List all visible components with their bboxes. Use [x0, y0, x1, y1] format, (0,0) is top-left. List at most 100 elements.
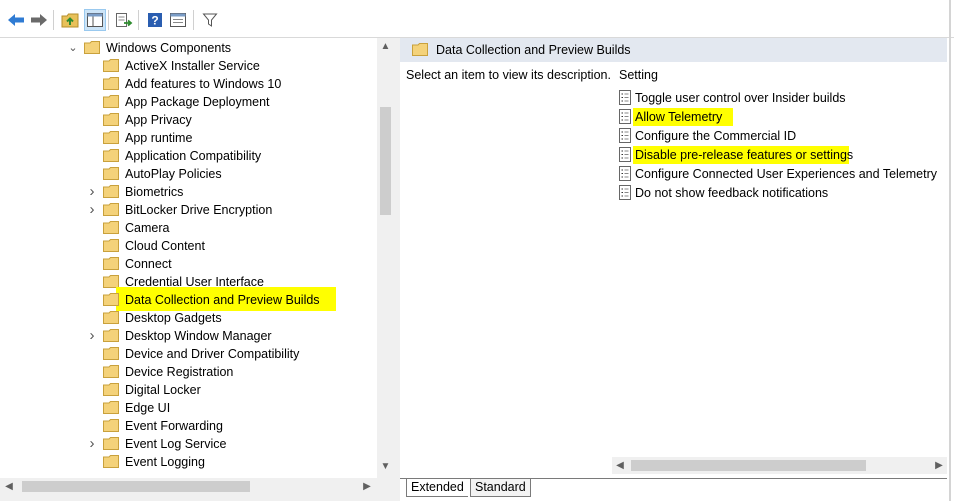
- tree-node-windows-components[interactable]: ⌄ Windows Components: [8, 39, 388, 57]
- up-folder-icon[interactable]: [60, 10, 80, 30]
- setting-row[interactable]: Allow Telemetry: [619, 108, 947, 126]
- tree-node[interactable]: Application Compatibility: [8, 147, 388, 165]
- tree-node-label: Device Registration: [125, 365, 234, 379]
- tree-node-label: Device and Driver Compatibility: [125, 347, 300, 361]
- tree-node-label: Camera: [125, 221, 170, 235]
- tree-node[interactable]: App Package Deployment: [8, 93, 388, 111]
- window-edge: [949, 0, 951, 501]
- setting-row[interactable]: Toggle user control over Insider builds: [619, 89, 947, 107]
- tree-node-label: Windows Components: [106, 41, 232, 55]
- tree-node[interactable]: Event Forwarding: [8, 417, 388, 435]
- show-hide-tree-icon[interactable]: [84, 9, 106, 31]
- tree-horizontal-scrollbar[interactable]: ◀ ▶: [0, 478, 377, 495]
- forward-arrow-icon[interactable]: [29, 10, 49, 30]
- tree-node[interactable]: Add features to Windows 10: [8, 75, 388, 93]
- details-header: Data Collection and Preview Builds: [400, 38, 947, 63]
- setting-row[interactable]: Disable pre-release features or settings: [619, 146, 947, 164]
- folder-icon: [103, 293, 119, 306]
- scroll-up-arrow-icon[interactable]: ▲: [377, 41, 394, 52]
- folder-icon: [103, 437, 119, 450]
- tree-node[interactable]: App runtime: [8, 129, 388, 147]
- folder-icon: [412, 43, 428, 56]
- export-list-icon[interactable]: [114, 10, 134, 30]
- folder-icon: [103, 329, 119, 342]
- folder-icon: [103, 185, 119, 198]
- toolbar-separator: [108, 10, 109, 30]
- chevron-down-icon[interactable]: ⌄: [68, 39, 78, 57]
- tree-vertical-scrollbar[interactable]: ▲ ▼: [377, 38, 394, 478]
- folder-icon: [103, 455, 119, 468]
- tree-node[interactable]: Connect: [8, 255, 388, 273]
- folder-icon: [84, 41, 100, 54]
- folder-icon: [103, 77, 119, 90]
- scroll-right-arrow-icon[interactable]: ▶: [934, 460, 944, 471]
- folder-icon: [103, 239, 119, 252]
- tree-node-label: Application Compatibility: [125, 149, 262, 163]
- back-arrow-icon[interactable]: [6, 10, 26, 30]
- tree-node-label: Desktop Gadgets: [125, 311, 222, 325]
- tab-extended[interactable]: Extended: [406, 478, 468, 497]
- chevron-right-icon[interactable]: ›: [87, 201, 97, 219]
- setting-label: Configure Connected User Experiences and…: [635, 167, 938, 181]
- filter-icon[interactable]: [200, 10, 220, 30]
- tab-standard[interactable]: Standard: [470, 478, 531, 497]
- toolbar-separator: [138, 10, 139, 30]
- tree-node-label: ActiveX Installer Service: [125, 59, 260, 73]
- policy-setting-icon: [619, 109, 631, 124]
- scroll-thumb[interactable]: [380, 107, 391, 215]
- tree-node[interactable]: Edge UI: [8, 399, 388, 417]
- scroll-right-arrow-icon[interactable]: ▶: [362, 481, 372, 492]
- toolbar: ?: [0, 0, 954, 38]
- policy-setting-icon: [619, 90, 631, 105]
- console-tree[interactable]: ⌄ Windows Components ActiveX Installer S…: [8, 38, 394, 478]
- tree-node[interactable]: AutoPlay Policies: [8, 165, 388, 183]
- svg-text:?: ?: [151, 14, 158, 28]
- scroll-down-arrow-icon[interactable]: ▼: [377, 461, 394, 472]
- tree-node[interactable]: Desktop Gadgets: [8, 309, 388, 327]
- tree-node[interactable]: › BitLocker Drive Encryption: [8, 201, 388, 219]
- tree-node[interactable]: Cloud Content: [8, 237, 388, 255]
- tree-node-label: App runtime: [125, 131, 193, 145]
- chevron-right-icon[interactable]: ›: [87, 183, 97, 201]
- tree-node-label: Cloud Content: [125, 239, 205, 253]
- chevron-right-icon[interactable]: ›: [87, 435, 97, 453]
- tree-node[interactable]: Digital Locker: [8, 381, 388, 399]
- setting-label: Do not show feedback notifications: [635, 186, 829, 200]
- column-header-setting[interactable]: Setting: [619, 68, 658, 82]
- view-tabs: Extended Standard: [400, 478, 947, 501]
- tree-node[interactable]: Device Registration: [8, 363, 388, 381]
- folder-icon: [103, 401, 119, 414]
- folder-icon: [103, 203, 119, 216]
- folder-icon: [103, 167, 119, 180]
- toolbar-separator: [53, 10, 54, 30]
- scroll-thumb[interactable]: [631, 460, 866, 471]
- help-icon[interactable]: ?: [145, 10, 165, 30]
- settings-horizontal-scrollbar[interactable]: ◀ ▶: [612, 457, 947, 474]
- tree-node-label: Biometrics: [125, 185, 184, 199]
- tree-node-label: Event Log Service: [125, 437, 227, 451]
- scroll-left-arrow-icon[interactable]: ◀: [615, 460, 625, 471]
- policy-setting-icon: [619, 147, 631, 162]
- scroll-left-arrow-icon[interactable]: ◀: [4, 481, 14, 492]
- setting-row[interactable]: Configure Connected User Experiences and…: [619, 165, 947, 183]
- tree-node[interactable]: › Biometrics: [8, 183, 388, 201]
- setting-row[interactable]: Do not show feedback notifications: [619, 184, 947, 202]
- tree-node-label: Edge UI: [125, 401, 171, 415]
- tree-node[interactable]: › Desktop Window Manager: [8, 327, 388, 345]
- folder-icon: [103, 311, 119, 324]
- setting-label: Allow Telemetry: [635, 110, 723, 124]
- tree-node[interactable]: Event Logging: [8, 453, 388, 471]
- folder-icon: [103, 221, 119, 234]
- folder-icon: [103, 95, 119, 108]
- tree-node[interactable]: Data Collection and Preview Builds: [8, 287, 388, 311]
- tree-node[interactable]: Camera: [8, 219, 388, 237]
- tree-node[interactable]: Device and Driver Compatibility: [8, 345, 388, 363]
- scroll-thumb[interactable]: [22, 481, 250, 492]
- chevron-right-icon[interactable]: ›: [87, 327, 97, 345]
- properties-view-icon[interactable]: [168, 10, 188, 30]
- tree-node[interactable]: App Privacy: [8, 111, 388, 129]
- tree-node[interactable]: › Event Log Service: [8, 435, 388, 453]
- toolbar-separator: [193, 10, 194, 30]
- setting-row[interactable]: Configure the Commercial ID: [619, 127, 947, 145]
- tree-node[interactable]: ActiveX Installer Service: [8, 57, 388, 75]
